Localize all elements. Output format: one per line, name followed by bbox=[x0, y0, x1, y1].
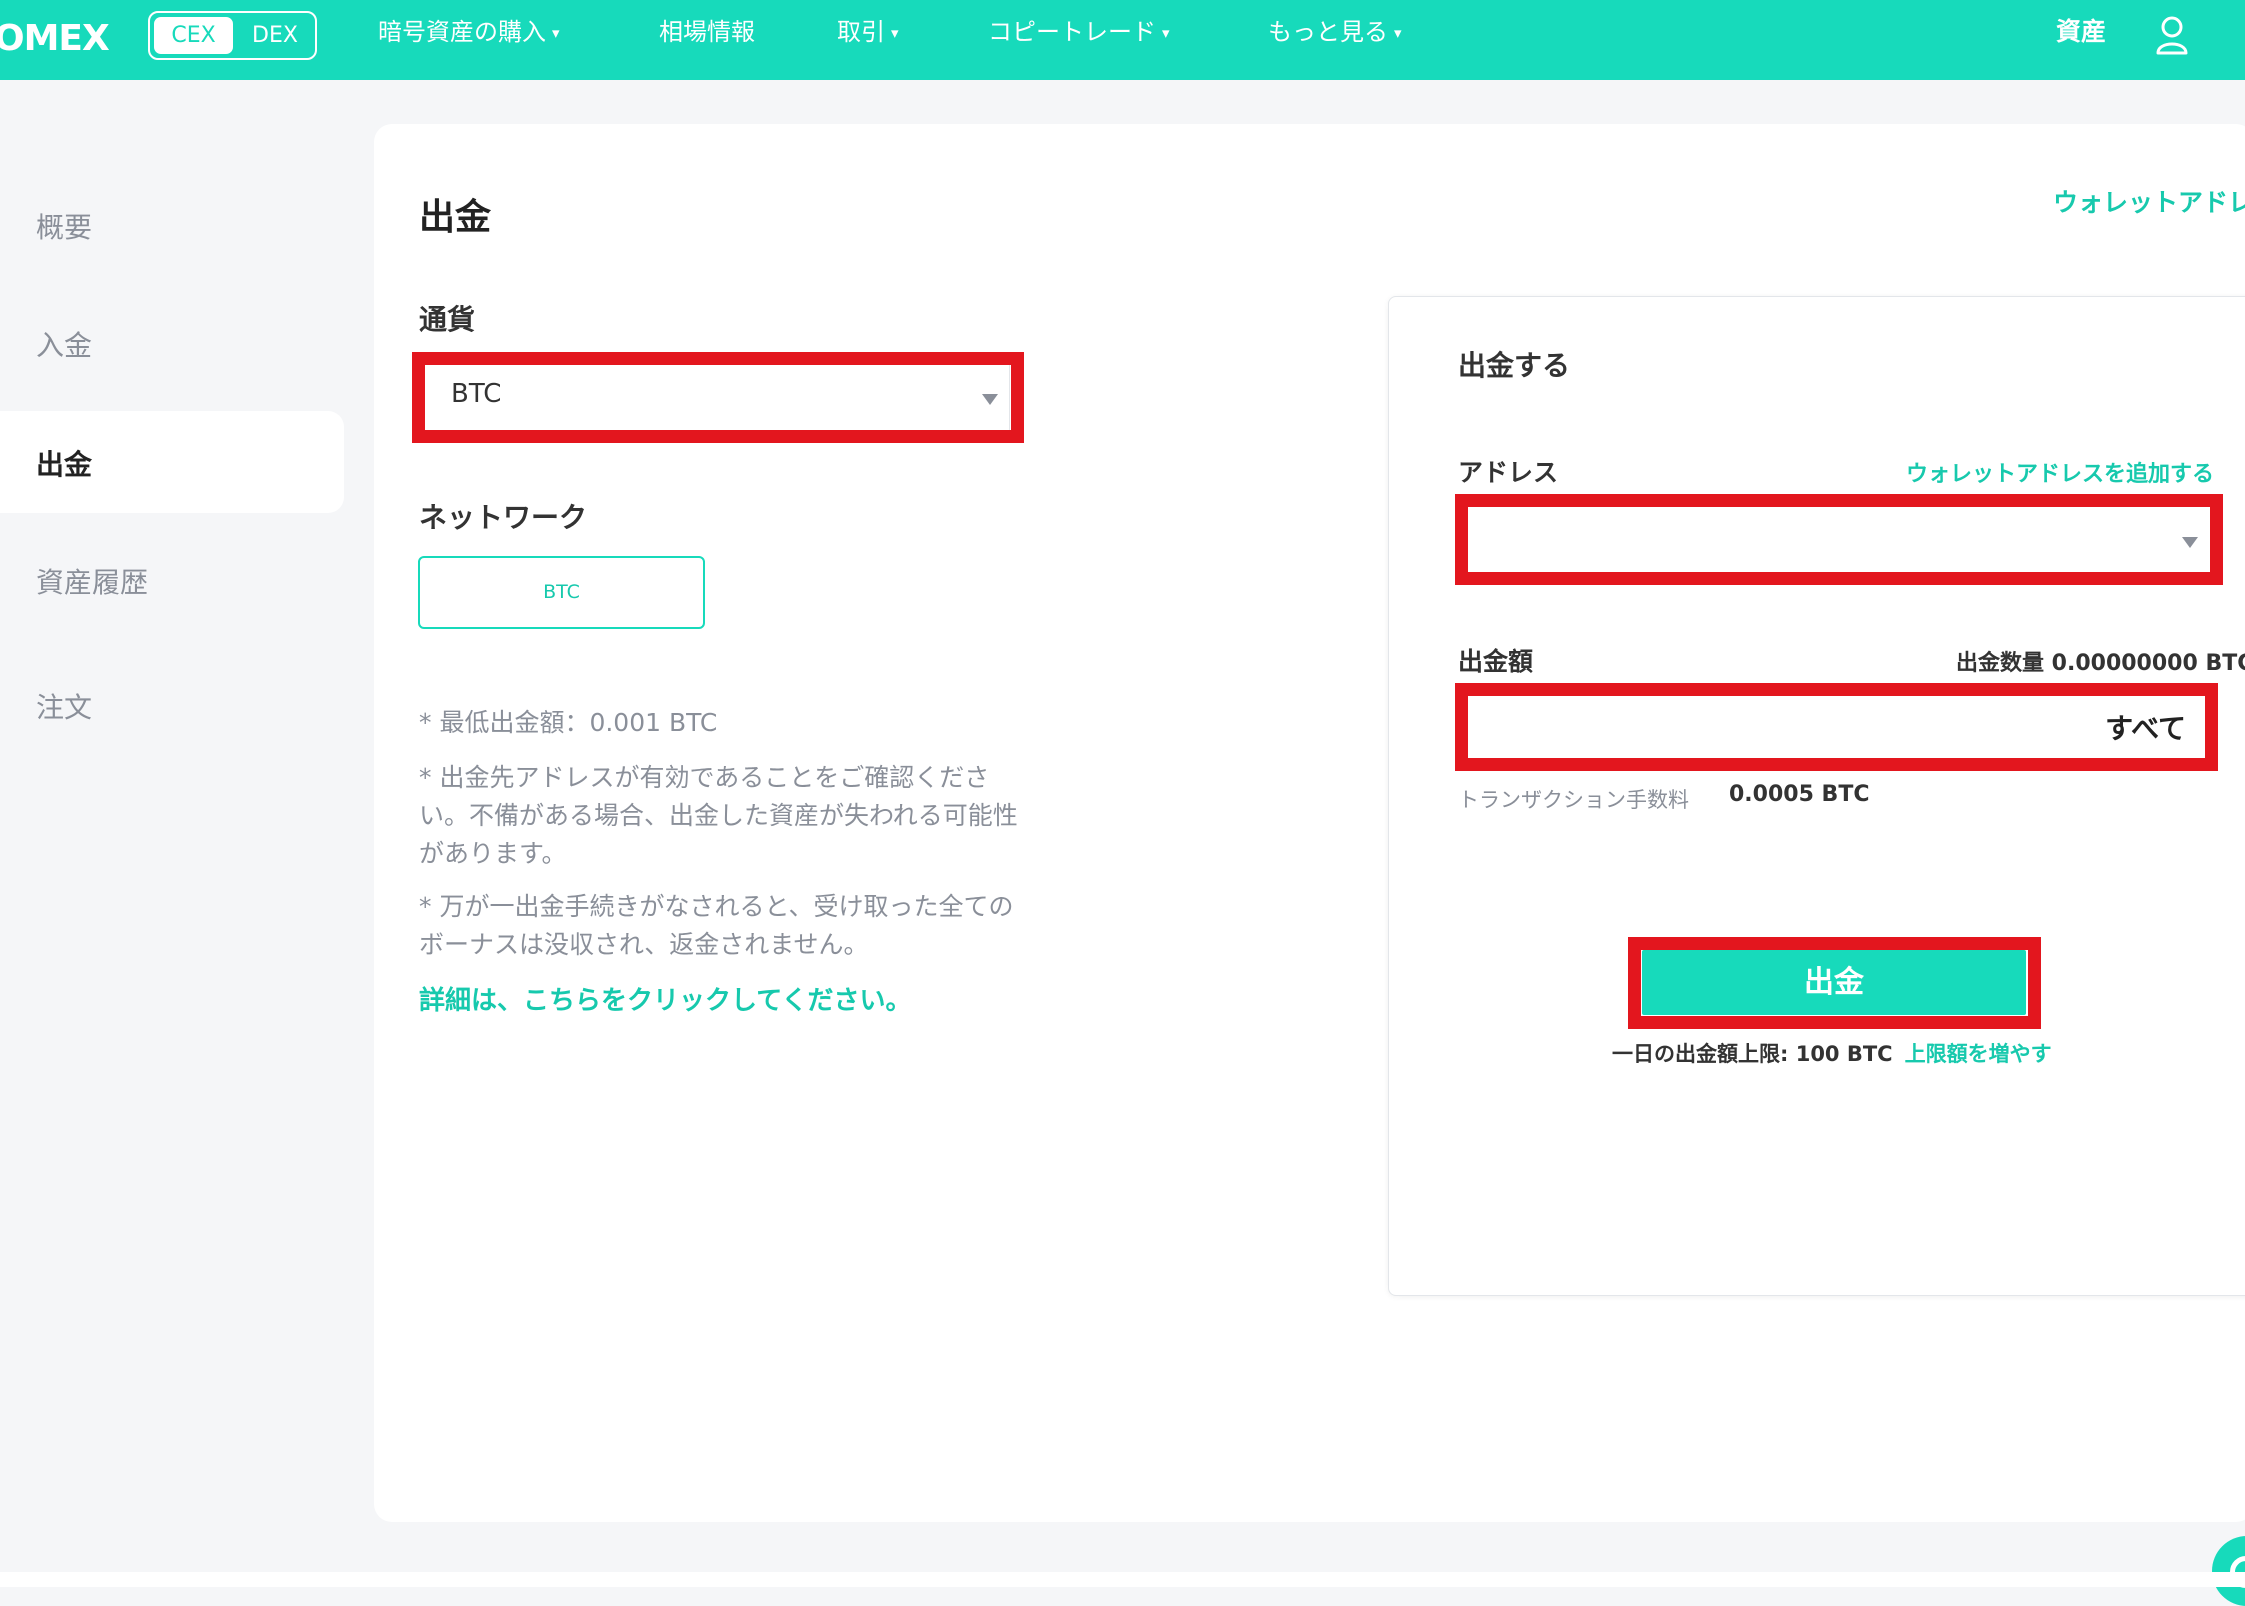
note-min-withdrawal: * 最低出金額：0.001 BTC bbox=[419, 708, 718, 737]
nav-copy-trade-label: コピートレード bbox=[988, 18, 1156, 46]
address-select[interactable] bbox=[1460, 500, 2216, 582]
network-label: ネットワーク bbox=[419, 501, 588, 534]
daily-limit-text: 一日の出金額上限: 100 BTC bbox=[1612, 1042, 1893, 1066]
nav-more-label: もっと見る bbox=[1268, 18, 1388, 46]
cex-tab[interactable]: CEX bbox=[154, 17, 233, 54]
dropdown-arrow-icon bbox=[2182, 537, 2198, 548]
nav-markets-label: 相場情報 bbox=[659, 18, 755, 46]
chevron-down-icon: ▾ bbox=[891, 24, 899, 42]
chevron-down-icon: ▾ bbox=[1394, 24, 1402, 42]
sidebar-item-deposit[interactable]: 入金 bbox=[36, 326, 92, 366]
nav-trade-label: 取引 bbox=[837, 18, 885, 46]
top-nav-bar: OMEX CEX DEX 暗号資産の購入 ▾ 相場情報 取引 ▾ コピートレード ▾ … bbox=[0, 0, 2245, 80]
sidebar-item-orders[interactable]: 注文 bbox=[36, 688, 92, 728]
wallet-address-link[interactable]: ウォレットアドレ bbox=[2053, 183, 2245, 219]
cex-dex-switch: CEX DEX bbox=[148, 11, 317, 60]
page-footer-strip bbox=[0, 1572, 2245, 1587]
details-link[interactable]: 詳細は、こちらをクリックしてください。 bbox=[419, 980, 911, 1017]
currency-select[interactable]: BTC bbox=[420, 360, 1010, 433]
nav-markets[interactable]: 相場情報 bbox=[659, 16, 755, 48]
fee-label: トランザクション手数料 bbox=[1458, 788, 1689, 812]
page-title: 出金 bbox=[419, 197, 492, 238]
help-chat-button[interactable] bbox=[2212, 1536, 2245, 1606]
sidebar-item-withdraw[interactable]: 出金 bbox=[36, 445, 92, 485]
amount-label: 出金額 bbox=[1458, 647, 1534, 676]
brand-logo[interactable]: OMEX bbox=[0, 18, 110, 59]
dropdown-arrow-icon bbox=[982, 394, 998, 405]
available-amount: 出金数量 0.00000000 BTC bbox=[1956, 651, 2245, 676]
network-option-btc[interactable]: BTC bbox=[418, 556, 705, 629]
nav-copy-trade[interactable]: コピートレード ▾ bbox=[988, 16, 1170, 49]
currency-selected-value: BTC bbox=[451, 379, 502, 409]
user-icon[interactable] bbox=[2155, 15, 2189, 55]
increase-limit-link[interactable]: 上限額を増やす bbox=[1905, 1042, 2052, 1066]
add-wallet-address-link[interactable]: ウォレットアドレスを追加する bbox=[1906, 456, 2214, 488]
daily-limit-row: 一日の出金額上限: 100 BTC 上限額を増やす bbox=[1612, 1038, 2052, 1068]
chevron-down-icon: ▾ bbox=[1162, 24, 1170, 42]
fee-value: 0.0005 BTC bbox=[1729, 782, 1870, 807]
nav-buy-crypto[interactable]: 暗号資産の購入 ▾ bbox=[378, 16, 560, 49]
note-address-validity: * 出金先アドレスが有効であることをご確認ください。不備がある場合、出金した資産… bbox=[419, 763, 1018, 868]
sidebar-item-overview[interactable]: 概要 bbox=[36, 208, 92, 248]
withdraw-panel-title: 出金する bbox=[1458, 349, 1571, 382]
dex-tab[interactable]: DEX bbox=[240, 17, 310, 54]
sidebar-item-asset-history[interactable]: 資産履歴 bbox=[36, 563, 148, 603]
amount-input[interactable]: すべて bbox=[1460, 688, 2211, 768]
currency-label: 通貨 bbox=[419, 303, 476, 336]
withdraw-submit-button[interactable]: 出金 bbox=[1642, 950, 2026, 1015]
nav-buy-crypto-label: 暗号資産の購入 bbox=[378, 18, 546, 46]
nav-more[interactable]: もっと見る ▾ bbox=[1268, 16, 1402, 49]
address-label: アドレス bbox=[1458, 458, 1559, 487]
withdraw-all-button[interactable]: すべて bbox=[2105, 707, 2186, 747]
nav-trade[interactable]: 取引 ▾ bbox=[837, 16, 899, 49]
note-bonus-forfeit: * 万が一出金手続きがなされると、受け取った全てのボーナスは没収され、返金されま… bbox=[419, 892, 1014, 959]
chevron-down-icon: ▾ bbox=[552, 24, 560, 42]
nav-assets[interactable]: 資産 bbox=[2056, 16, 2106, 48]
